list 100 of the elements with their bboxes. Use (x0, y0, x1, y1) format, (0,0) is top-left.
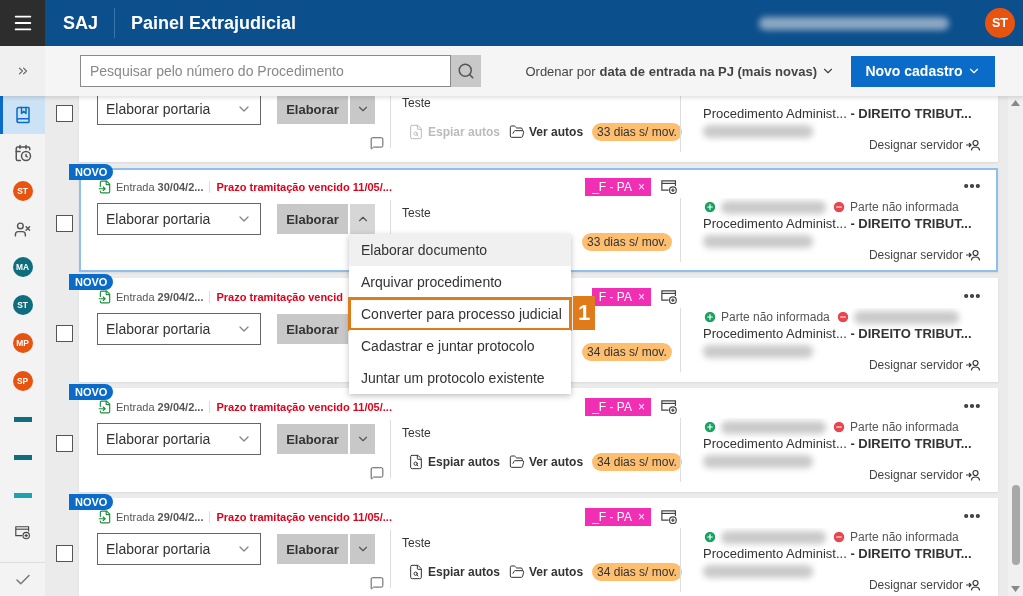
ver-autos-link[interactable]: Ver autos (509, 564, 584, 580)
row-checkbox[interactable] (56, 105, 73, 122)
bookmark-icon (13, 106, 32, 124)
idle-days-badge: 33 dias s/ mov. (582, 233, 672, 251)
sidebar-item[interactable]: SP (0, 362, 45, 400)
plus-circle-icon (703, 200, 717, 214)
window-add-icon[interactable] (661, 179, 678, 195)
comment-icon[interactable] (370, 136, 384, 150)
idle-days-badge: 34 dias s/ mov. (592, 453, 682, 471)
template-select[interactable]: Elaborar portaria (97, 96, 261, 125)
template-select[interactable]: Elaborar portaria (97, 203, 261, 235)
elaborar-button[interactable]: Elaborar (277, 96, 348, 124)
assign-link[interactable]: Designar servidor (868, 138, 980, 152)
party-name: Parte não informada (850, 530, 959, 544)
party-name: Parte não informada (850, 420, 959, 434)
menu-button[interactable] (0, 0, 45, 46)
window-add-icon[interactable] (661, 289, 678, 305)
minus-circle-icon (832, 420, 846, 434)
folder-icon (509, 564, 526, 580)
elaborar-button[interactable]: Elaborar (277, 534, 348, 564)
plus-circle-icon (703, 310, 717, 324)
avatar: MP (12, 333, 33, 353)
description-text: Teste (402, 206, 432, 220)
menu-item[interactable]: Elaborar documento (349, 234, 571, 266)
tag[interactable]: F - PA × (591, 288, 651, 306)
search-field[interactable]: Pesquisar pelo número do Procedimento (80, 55, 451, 87)
step-callout: 1 (573, 296, 595, 330)
avatar: ST (12, 181, 33, 201)
file-arrow-icon (98, 180, 112, 194)
tag[interactable]: _F - PA × (585, 178, 651, 196)
tag[interactable]: _F - PA × (585, 508, 651, 526)
menu-item[interactable]: Cadastrar e juntar protocolo (349, 330, 571, 362)
file-search-icon (408, 564, 424, 580)
row-checkbox[interactable] (56, 325, 73, 342)
menu-item[interactable]: Juntar um protocolo existente (349, 362, 571, 394)
new-badge: NOVO (69, 164, 114, 180)
sidebar-item[interactable]: ST (0, 286, 45, 324)
espiar-link[interactable]: Espiar autos (408, 454, 501, 470)
page-title: Painel Extrajudicial (131, 12, 297, 34)
deadline-text: Prazo tramitação vencido 11/05/... (216, 181, 392, 193)
assign-link[interactable]: Designar servidor (868, 358, 980, 372)
row-checkbox[interactable] (56, 215, 73, 232)
search-button[interactable] (451, 55, 481, 87)
procedure-type: Procedimento Administ... - DIREITO TRIBUT... (703, 326, 973, 341)
assign-link[interactable]: Designar servidor (868, 248, 980, 262)
window-add-icon[interactable] (661, 509, 678, 525)
description-text: Teste (402, 536, 432, 550)
comment-icon[interactable] (370, 576, 384, 590)
template-select[interactable]: Elaborar portaria (97, 423, 261, 455)
ver-autos-link[interactable]: Ver autos (509, 124, 584, 140)
plus-circle-icon (703, 420, 717, 434)
window-add-icon[interactable] (14, 526, 31, 540)
deadline-text: Prazo tramitação vencid (216, 291, 344, 303)
calendar-clock-icon (13, 144, 32, 162)
new-record-button[interactable]: Novo cadastro (851, 55, 995, 87)
ver-autos-link[interactable]: Ver autos (509, 454, 584, 470)
menu-item[interactable]: Arquivar procedimento (349, 266, 571, 298)
user-avatar[interactable]: ST (985, 8, 1015, 38)
procedure-type: Procedimento Administ... - DIREITO TRIBUT... (703, 436, 973, 451)
assign-user-icon (966, 249, 980, 261)
template-select[interactable]: Elaborar portaria (97, 533, 261, 565)
entry-date: Entrada 30/04/2... (116, 181, 211, 193)
party-name: Parte não informada (721, 310, 830, 324)
avatar: SP (12, 371, 33, 391)
comment-icon[interactable] (370, 466, 384, 480)
row-checkbox[interactable] (56, 435, 73, 452)
elaborar-button[interactable]: Elaborar (277, 204, 348, 234)
assign-link[interactable]: Designar servidor (868, 468, 980, 482)
elaborar-button[interactable]: Elaborar (277, 314, 348, 344)
template-select[interactable]: Elaborar portaria (97, 313, 261, 345)
scrollbar-thumb[interactable] (1012, 485, 1020, 565)
entry-date: Entrada 29/04/2... (116, 511, 211, 523)
elaborar-button[interactable]: Elaborar (277, 424, 348, 454)
plus-circle-icon (703, 530, 717, 544)
search-icon (457, 62, 475, 80)
row-checkbox[interactable] (56, 545, 73, 562)
avatar: MA (12, 257, 33, 277)
assign-user-icon (966, 469, 980, 481)
assign-link[interactable]: Designar servidor (868, 578, 980, 592)
sidebar-item[interactable]: MA (0, 248, 45, 286)
tag[interactable]: _F - PA × (585, 398, 651, 416)
sidebar-item[interactable]: ST (0, 172, 45, 210)
new-badge: NOVO (69, 274, 114, 290)
entry-date: Entrada 29/04/2... (116, 401, 211, 413)
window-add-icon[interactable] (661, 399, 678, 415)
sort-dropdown[interactable]: Ordenar por data de entrada na PJ (mais novas) (525, 63, 835, 79)
sidebar-item[interactable]: MP (0, 324, 45, 362)
new-badge: NOVO (69, 494, 114, 510)
espiar-link[interactable]: Espiar autos (408, 564, 501, 580)
scroll-up-icon[interactable] (1011, 100, 1020, 106)
description-text: Teste (402, 426, 432, 440)
scroll-down-icon[interactable] (1011, 586, 1020, 592)
procedure-type: Procedimento Administ... - DIREITO TRIBUT... (703, 106, 973, 121)
new-badge: NOVO (69, 384, 114, 400)
sidebar-item[interactable] (0, 96, 45, 134)
assign-user-icon (966, 139, 980, 151)
app-name: SAJ (63, 8, 115, 38)
avatar: ST (12, 295, 33, 315)
procedure-type: Procedimento Administ... - DIREITO TRIBUT... (703, 546, 973, 561)
minus-circle-icon (835, 310, 850, 324)
